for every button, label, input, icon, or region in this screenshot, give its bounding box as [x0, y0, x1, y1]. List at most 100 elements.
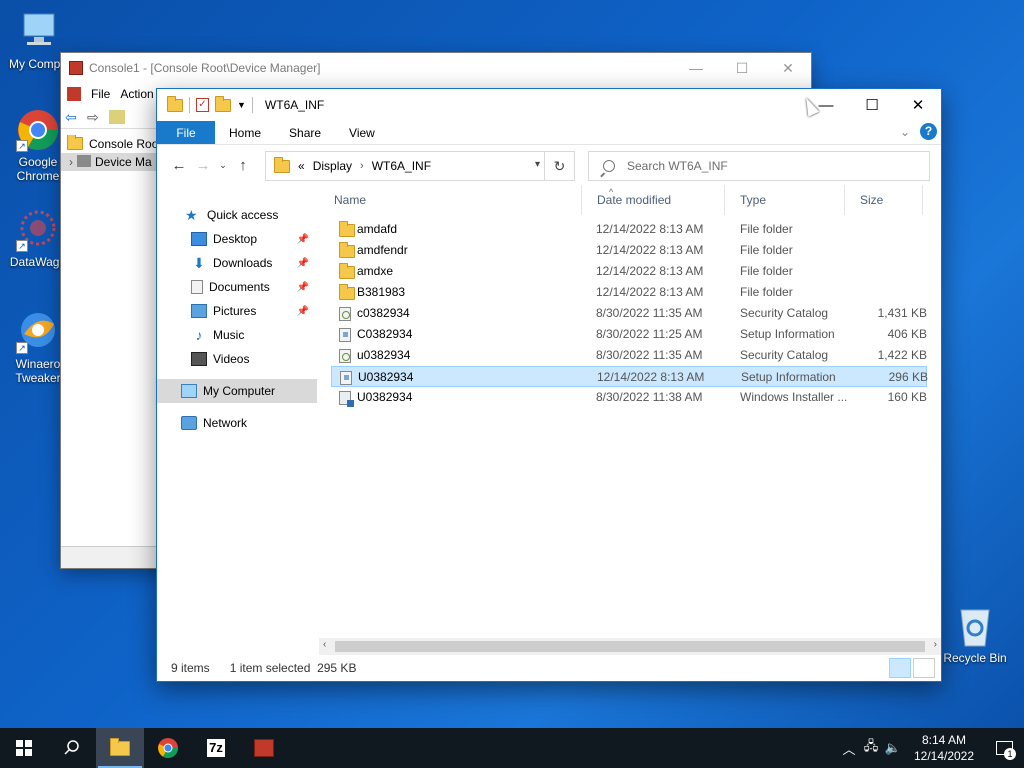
chevron-right-icon[interactable]: › [69, 155, 73, 169]
taskbar-7zip[interactable]: 7z [192, 728, 240, 768]
breadcrumb-display[interactable]: Display [313, 159, 352, 173]
start-button[interactable] [0, 728, 48, 768]
taskbar-mmc[interactable] [240, 728, 288, 768]
column-header-size[interactable]: Size [845, 185, 923, 215]
chevron-down-icon[interactable]: ⌄ [900, 125, 910, 139]
address-bar[interactable]: « Display › WT6A_INF ▾ ↻ [265, 151, 575, 181]
close-button[interactable]: ✕ [765, 53, 811, 83]
recycle-bin-icon [953, 604, 997, 648]
nav-documents[interactable]: Documents 📌 [157, 275, 317, 299]
file-date: 8/30/2022 11:38 AM [596, 390, 703, 404]
scroll-right-icon[interactable]: › [934, 639, 937, 650]
up-button[interactable]: ↑ [231, 157, 255, 174]
forward-button[interactable]: → [191, 157, 215, 174]
search-button[interactable] [48, 728, 96, 768]
table-row[interactable]: u0382934 8/30/2022 11:35 AM Security Catal… [331, 345, 927, 366]
window-title: WT6A_INF [264, 98, 325, 112]
table-row[interactable]: U0382934 8/30/2022 11:38 AM Windows Instal… [331, 387, 927, 408]
menu-file[interactable]: File [91, 87, 110, 101]
action-center-button[interactable]: 1 [984, 728, 1024, 768]
address-overflow[interactable]: « [298, 159, 305, 173]
column-header-date[interactable]: Date modified [581, 185, 725, 215]
table-row[interactable]: amdafd 12/14/2022 8:13 AM File folder [331, 219, 927, 240]
nav-my-computer[interactable]: My Computer [157, 379, 317, 403]
tab-file[interactable]: File [157, 121, 215, 144]
tree-item-console-root[interactable]: Console Root [61, 135, 156, 153]
address-dropdown-icon[interactable]: ▾ [535, 159, 540, 170]
scroll-thumb[interactable] [335, 641, 925, 652]
taskbar-chrome[interactable] [144, 728, 192, 768]
customize-dropdown-icon[interactable]: ▼ [237, 100, 246, 110]
table-row[interactable]: c0382934 8/30/2022 11:35 AM Security Catal… [331, 303, 927, 324]
file-size: 1,422 KB [877, 348, 927, 362]
pin-icon[interactable]: 📌 [297, 306, 309, 317]
nav-network[interactable]: Network [157, 411, 317, 435]
nav-music[interactable]: ♪ Music [157, 323, 317, 347]
navigation-pane[interactable]: ★ Quick access Desktop 📌 ⬇ Downloads 📌 D… [157, 185, 317, 635]
horizontal-scrollbar[interactable]: ‹ › [319, 638, 941, 655]
recent-locations-button[interactable]: ⌄ [215, 160, 231, 171]
taskbar-file-explorer[interactable] [96, 728, 144, 768]
properties-icon[interactable]: ✓ [196, 98, 209, 112]
file-explorer-icon [110, 737, 130, 756]
file-name: U0382934 [357, 390, 413, 404]
file-size: 160 KB [887, 390, 927, 404]
back-button[interactable]: ← [167, 157, 191, 174]
details-view-button[interactable] [889, 658, 911, 678]
table-row[interactable]: amdfendr 12/14/2022 8:13 AM File folder [331, 240, 927, 261]
table-row[interactable]: amdxe 12/14/2022 8:13 AM File folder [331, 261, 927, 282]
pin-icon[interactable]: 📌 [297, 258, 309, 269]
table-row[interactable]: U0382934 12/14/2022 8:13 AM Setup Informat… [331, 366, 928, 387]
clock[interactable]: 8:14 AM 12/14/2022 [904, 732, 984, 764]
forward-arrow-icon[interactable]: ⇨ [87, 109, 105, 125]
maximize-button[interactable]: ☐ [719, 53, 765, 83]
minimize-button[interactable]: — [673, 53, 719, 83]
breadcrumb-wt6a-inf[interactable]: WT6A_INF [372, 159, 431, 173]
pin-icon[interactable]: 📌 [297, 282, 309, 293]
console-tree[interactable]: Console Root › Device Ma [61, 135, 157, 545]
column-header-name[interactable]: Name [319, 185, 589, 215]
notification-badge: 1 [1004, 748, 1016, 760]
large-icons-view-button[interactable] [913, 658, 935, 678]
scroll-left-icon[interactable]: ‹ [323, 639, 326, 650]
mmc-icon [69, 61, 83, 75]
nav-videos[interactable]: Videos [157, 347, 317, 371]
tab-share[interactable]: Share [275, 121, 335, 144]
file-size [857, 282, 927, 303]
network-icon [181, 416, 197, 430]
table-row[interactable]: B381983 12/14/2022 8:13 AM File folder [331, 282, 927, 303]
nav-quick-access[interactable]: ★ Quick access [157, 203, 317, 227]
desktop-icon-recycle-bin[interactable]: Recycle Bin [937, 604, 1013, 665]
file-type: Windows Installer ... [740, 390, 848, 404]
new-folder-icon[interactable] [215, 95, 231, 112]
network-tray-icon[interactable]: 🖧 [860, 737, 882, 759]
table-row[interactable]: C0382934 8/30/2022 11:25 AM Setup Informat… [331, 324, 927, 345]
chevron-right-icon[interactable]: › [360, 160, 364, 172]
nav-pictures[interactable]: Pictures 📌 [157, 299, 317, 323]
7zip-icon: 7z [207, 739, 225, 757]
menu-action[interactable]: Action [120, 87, 153, 101]
search-icon [603, 160, 615, 172]
search-box[interactable]: Search WT6A_INF [588, 151, 930, 181]
star-icon: ★ [185, 207, 198, 223]
maximize-button[interactable]: ☐ [849, 89, 895, 121]
back-arrow-icon[interactable]: ⇦ [65, 109, 83, 125]
file-list[interactable]: ^ Name Date modified Type Size amdafd 12/… [319, 185, 941, 643]
file-explorer-window[interactable]: ✓ ▼ WT6A_INF — ☐ ✕ File Home Share View … [156, 88, 942, 682]
pin-icon[interactable]: 📌 [297, 234, 309, 245]
tree-item-device-manager[interactable]: › Device Ma [61, 153, 156, 171]
nav-downloads[interactable]: ⬇ Downloads 📌 [157, 251, 317, 275]
column-header-type[interactable]: Type [725, 185, 845, 215]
volume-icon[interactable]: 🔈 [882, 740, 904, 756]
winaero-tweaker-icon: ↗ [16, 310, 60, 354]
refresh-button[interactable]: ↻ [544, 152, 574, 180]
nav-desktop[interactable]: Desktop 📌 [157, 227, 317, 251]
tab-home[interactable]: Home [215, 121, 275, 144]
file-name: amdxe [357, 264, 394, 278]
help-icon[interactable]: ? [920, 123, 937, 140]
up-folder-icon[interactable] [109, 109, 125, 124]
folder-icon [167, 95, 183, 112]
tab-view[interactable]: View [335, 121, 389, 144]
chevron-up-icon[interactable]: ︿ [838, 739, 860, 758]
close-button[interactable]: ✕ [895, 89, 941, 121]
